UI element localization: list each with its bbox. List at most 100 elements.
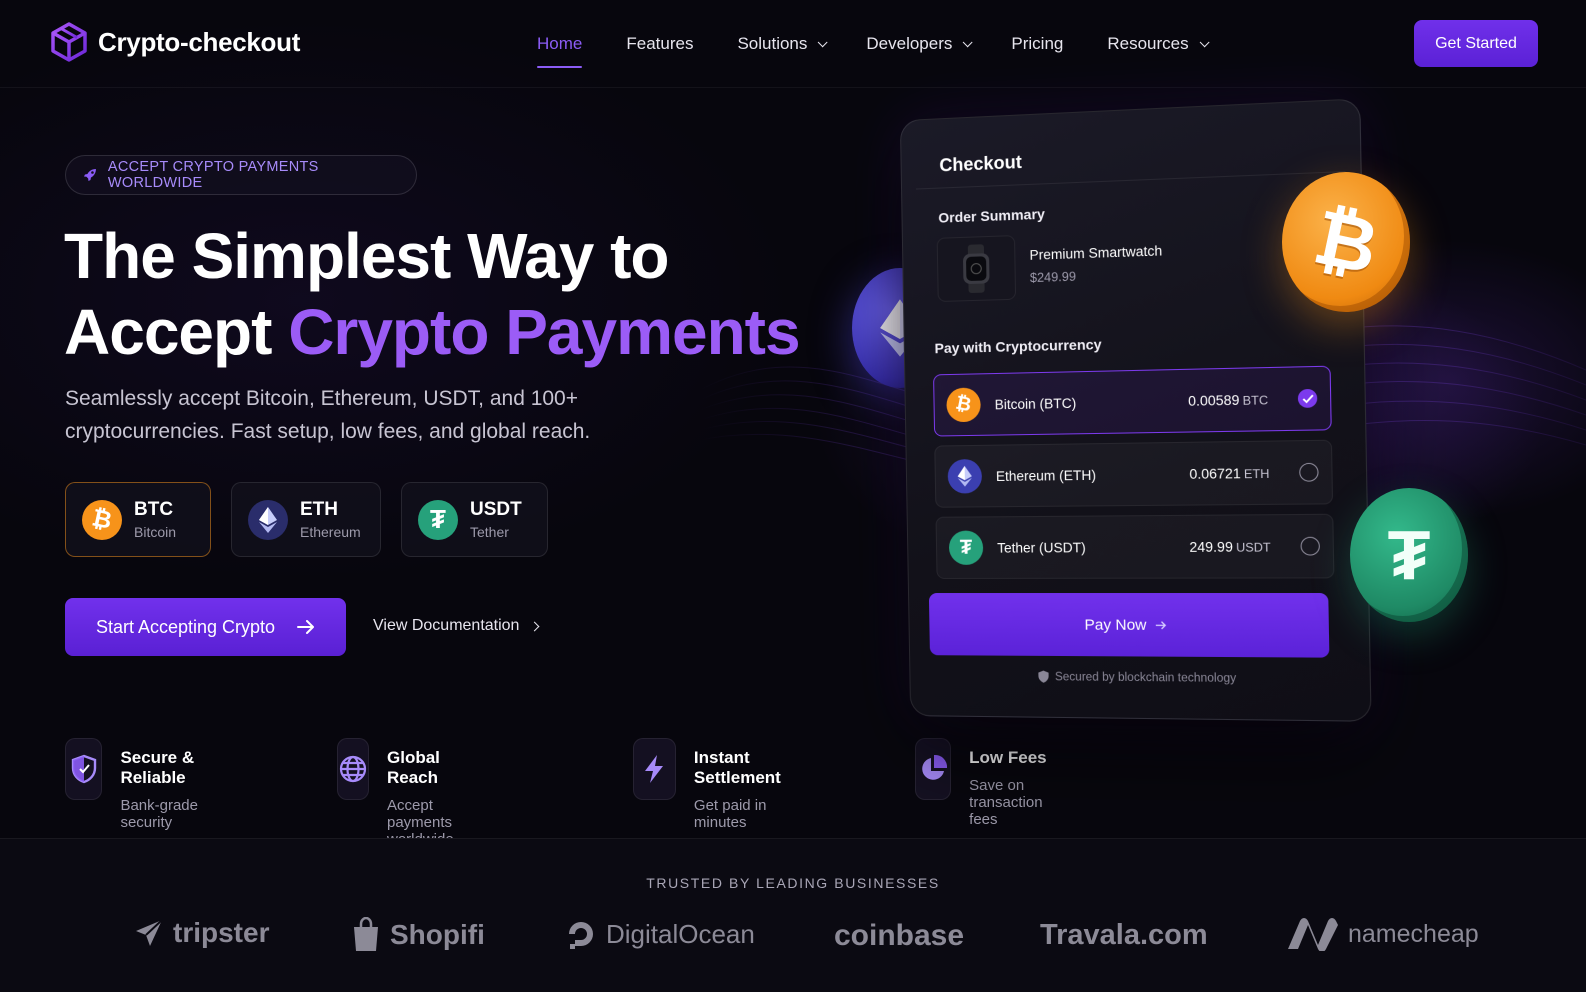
secured-note: Secured by blockchain technology xyxy=(910,669,1372,686)
hero-title-line2: Accept xyxy=(64,296,272,368)
option-name: Tether (USDT) xyxy=(997,539,1086,556)
coin-card-eth[interactable]: ETH Ethereum xyxy=(231,482,381,557)
ethereum-icon xyxy=(947,458,983,494)
option-name: Bitcoin (BTC) xyxy=(994,395,1077,412)
brand-name: coinbase xyxy=(834,919,965,952)
coin-card-btc[interactable]: ₿ BTC Bitcoin xyxy=(65,482,211,557)
feature-instant: Instant Settlement Get paid in minutes xyxy=(633,738,798,831)
smartwatch-image xyxy=(936,235,1017,303)
coin-name: Tether xyxy=(470,524,509,540)
option-amount-value: 0.00589 xyxy=(1187,391,1240,409)
pay-now-button[interactable]: Pay Now xyxy=(928,593,1330,658)
hero-title: The Simplest Way to Accept Crypto Paymen… xyxy=(64,218,844,370)
feature-fees: Low Fees Save on transaction fees xyxy=(915,738,1066,828)
nav-features[interactable]: Features xyxy=(626,34,693,54)
pay-with-label: Pay with Cryptocurrency xyxy=(934,336,1102,357)
pie-chart-icon xyxy=(915,738,952,800)
cube-logo-icon xyxy=(51,22,87,62)
view-documentation-label: View Documentation xyxy=(373,617,520,634)
nav-resources-label: Resources xyxy=(1107,34,1189,53)
rocket-icon xyxy=(83,169,96,181)
feature-subtitle: Get paid in minutes xyxy=(693,797,767,831)
product-name: Premium Smartwatch xyxy=(1029,243,1163,263)
feature-title: Secure & Reliable xyxy=(120,748,195,787)
plane-icon xyxy=(136,919,163,946)
trusted-label: TRUSTED BY LEADING BUSINESSES xyxy=(646,875,940,891)
nav-solutions[interactable]: Solutions xyxy=(737,34,828,54)
bitcoin-coin-decoration: ₿ xyxy=(1282,172,1410,312)
pay-now-label: Pay Now xyxy=(1084,615,1147,634)
option-amount-value: 0.06721 xyxy=(1189,465,1241,482)
feature-global: Global ReachAccept payments worldwide xyxy=(337,738,482,848)
nav-links: Home Features Solutions Developers Prici… xyxy=(537,34,1210,68)
feature-subtitle: Bank-grade security xyxy=(120,797,198,831)
tether-icon: ₮ xyxy=(418,499,458,540)
brand-digitalocean: DigitalOcean xyxy=(564,917,755,951)
feature-secure: Secure & Reliable Bank-grade security xyxy=(65,738,208,831)
option-unit: USDT xyxy=(1235,539,1271,555)
check-icon xyxy=(1302,394,1314,404)
nav-pricing-label: Pricing xyxy=(1011,34,1064,53)
radio-unselected[interactable] xyxy=(1300,536,1321,556)
nav-developers-label: Developers xyxy=(866,34,953,53)
get-started-button[interactable]: Get Started xyxy=(1414,20,1538,67)
ethereum-icon xyxy=(248,499,288,540)
digitalocean-icon xyxy=(569,922,593,949)
view-documentation-link[interactable]: View Documentation xyxy=(373,617,540,635)
brand-logo[interactable]: Crypto-checkout xyxy=(50,22,300,62)
coin-list: ₿ BTC Bitcoin ETH Ethereum ₮ USDT Tether xyxy=(65,482,548,557)
trusted-section: TRUSTED BY LEADING BUSINESSES tripster S… xyxy=(0,838,1586,992)
brand-shopifi: Shopifi xyxy=(350,917,485,953)
globe-icon xyxy=(337,738,369,800)
payment-option-usdt[interactable]: ₮ Tether (USDT) 249.99 USDT xyxy=(935,513,1335,579)
tether-coin-decoration: ₮ xyxy=(1350,488,1468,622)
option-amount: 0.06721 ETH xyxy=(1189,465,1269,481)
shopping-bag-icon xyxy=(354,917,378,951)
secured-text: Secured by blockchain technology xyxy=(1054,670,1237,685)
brand-travala: Travala.com xyxy=(1040,919,1208,952)
chevron-down-icon xyxy=(1199,36,1210,47)
nav-resources[interactable]: Resources xyxy=(1107,34,1210,54)
chevron-down-icon xyxy=(818,36,828,47)
coin-symbol: USDT xyxy=(470,499,522,520)
checkout-title: Checkout xyxy=(939,151,1023,176)
coin-card-usdt[interactable]: ₮ USDT Tether xyxy=(401,482,548,557)
option-unit: ETH xyxy=(1243,466,1270,481)
radio-unselected[interactable] xyxy=(1299,462,1319,482)
option-name: Ethereum (ETH) xyxy=(995,467,1097,484)
payment-option-btc[interactable]: ₿ Bitcoin (BTC) 0.00589 BTC xyxy=(933,365,1332,437)
option-unit: BTC xyxy=(1242,392,1269,408)
option-amount-value: 249.99 xyxy=(1189,538,1234,555)
coin-symbol: ETH xyxy=(300,499,338,520)
option-amount: 0.00589 BTC xyxy=(1188,391,1268,408)
nav-features-label: Features xyxy=(626,34,694,53)
feature-title: Instant Settlement xyxy=(693,748,781,787)
tether-icon: ₮ xyxy=(948,530,984,565)
bitcoin-icon: ₿ xyxy=(946,387,981,423)
top-navigation: Crypto-checkout Home Features Solutions … xyxy=(0,0,1586,88)
hero-title-line1: The Simplest Way to xyxy=(64,220,669,292)
brand-name: Crypto-checkout xyxy=(98,26,301,57)
chevron-down-icon xyxy=(963,36,973,47)
radio-selected[interactable] xyxy=(1297,388,1318,408)
arrow-right-icon xyxy=(1155,620,1167,629)
shield-icon xyxy=(1038,670,1049,683)
nav-developers[interactable]: Developers xyxy=(866,34,973,54)
hero-badge: ACCEPT CRYPTO PAYMENTS WORLDWIDE xyxy=(65,155,417,195)
start-accepting-label: Start Accepting Crypto xyxy=(95,616,276,637)
nav-solutions-label: Solutions xyxy=(737,34,808,53)
start-accepting-button[interactable]: Start Accepting Crypto xyxy=(65,598,346,656)
chevron-right-icon xyxy=(530,621,540,631)
feature-subtitle: Save on transaction fees xyxy=(969,777,1043,828)
coin-symbol: BTC xyxy=(134,499,174,520)
coin-name: Bitcoin xyxy=(134,524,177,540)
namecheap-icon xyxy=(1288,918,1338,951)
bitcoin-icon: ₿ xyxy=(82,499,122,540)
order-summary-label: Order Summary xyxy=(938,205,1046,226)
nav-home[interactable]: Home xyxy=(537,34,583,68)
hero-title-accent: Crypto Payments xyxy=(288,296,800,368)
payment-option-eth[interactable]: Ethereum (ETH) 0.06721 ETH xyxy=(934,439,1334,508)
brand-coinbase: coinbase xyxy=(834,919,964,953)
nav-pricing[interactable]: Pricing xyxy=(1011,34,1063,54)
nav-home-label: Home xyxy=(537,34,583,53)
